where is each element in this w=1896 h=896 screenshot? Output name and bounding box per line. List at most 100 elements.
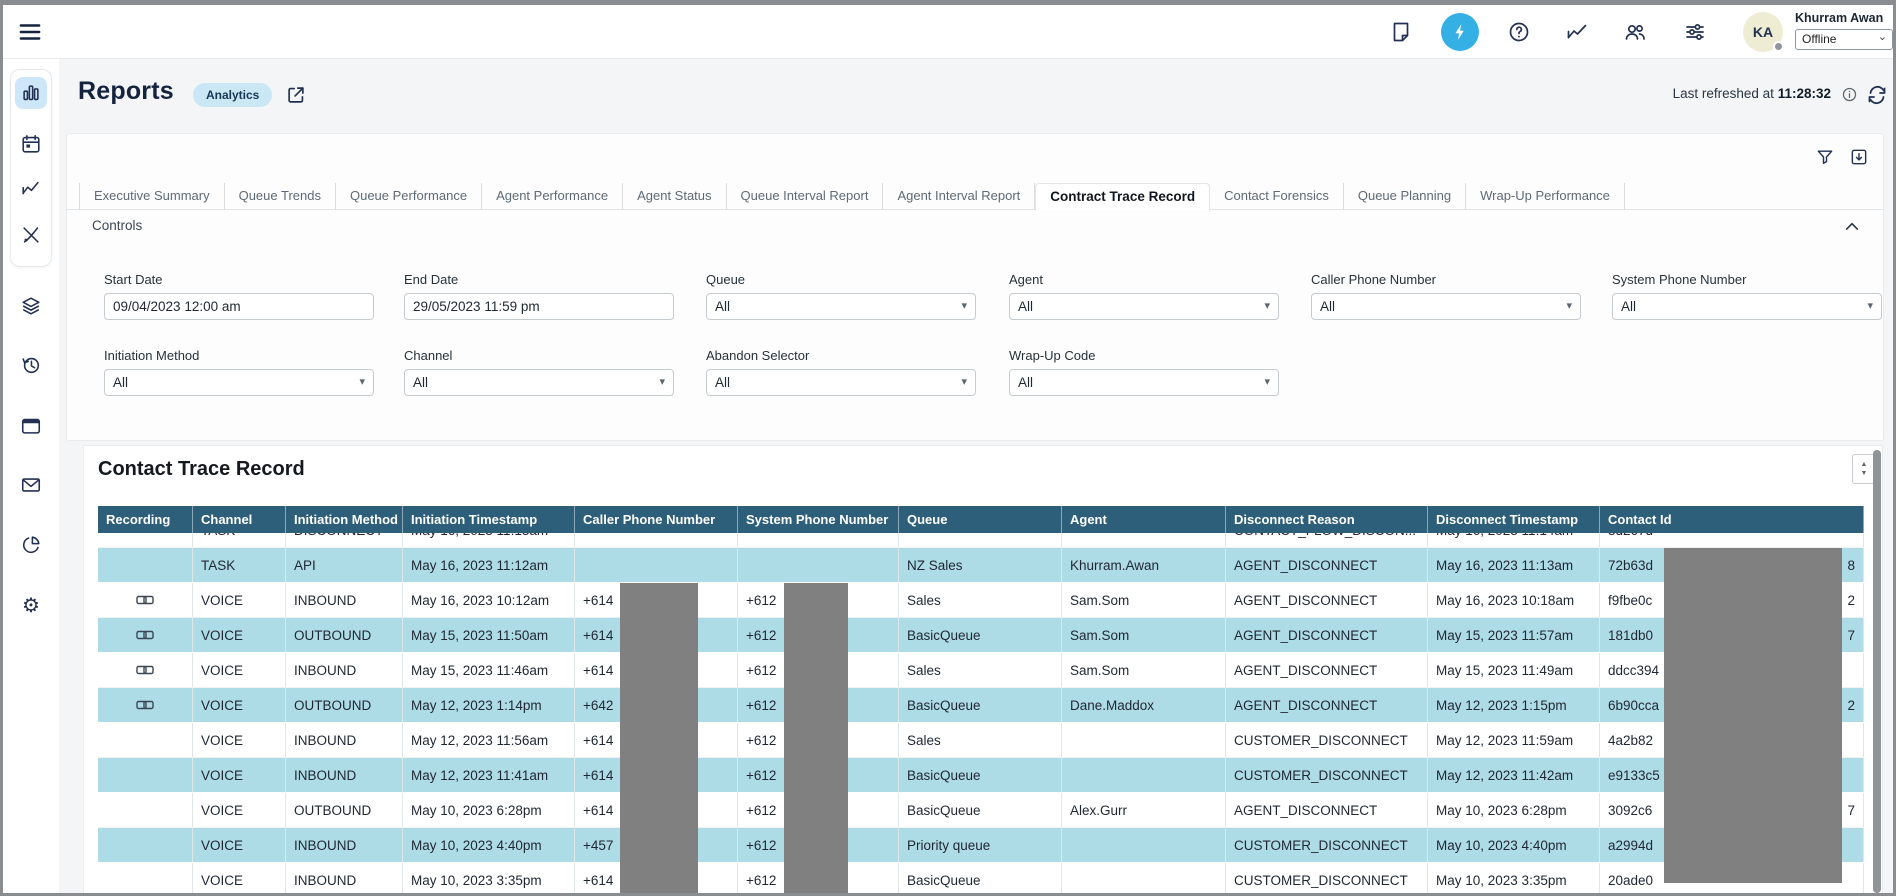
column-header-channel[interactable]: Channel bbox=[193, 506, 286, 533]
filter-value: All bbox=[1018, 299, 1033, 314]
tab-agent-performance[interactable]: Agent Performance bbox=[482, 183, 623, 210]
cell-text: BasicQueue bbox=[907, 768, 981, 783]
cell-text: INBOUND bbox=[294, 593, 356, 608]
filter-channel: ChannelAll bbox=[404, 348, 674, 396]
cell-text: +612 bbox=[746, 838, 776, 853]
cell-text: CUSTOMER_DISCONNECT bbox=[1234, 873, 1408, 888]
quick-actions-bolt-icon[interactable] bbox=[1441, 13, 1479, 51]
cell-text: Sales bbox=[907, 733, 941, 748]
dropdown-abandon-selector[interactable]: All bbox=[706, 369, 976, 396]
cell-text: May 12, 2023 1:14pm bbox=[411, 698, 542, 713]
tab-agent-status[interactable]: Agent Status bbox=[623, 183, 726, 210]
external-link-icon[interactable] bbox=[285, 84, 307, 106]
recording-link-icon[interactable] bbox=[136, 663, 154, 677]
recording-cell bbox=[98, 618, 193, 652]
column-header-system-phone-number[interactable]: System Phone Number bbox=[738, 506, 899, 533]
column-header-caller-phone-number[interactable]: Caller Phone Number bbox=[575, 506, 738, 533]
metrics-icon[interactable] bbox=[1565, 20, 1589, 44]
tab-contract-trace-record[interactable]: Contract Trace Record bbox=[1035, 183, 1210, 211]
dropdown-system-phone-number[interactable]: All bbox=[1612, 293, 1882, 320]
filter-funnel-icon[interactable] bbox=[1815, 147, 1835, 167]
tab-queue-planning[interactable]: Queue Planning bbox=[1344, 183, 1466, 210]
status-select[interactable]: Offline bbox=[1795, 29, 1893, 50]
tab-queue-performance[interactable]: Queue Performance bbox=[336, 183, 482, 210]
notes-icon[interactable] bbox=[1389, 20, 1413, 44]
tab-queue-interval-report[interactable]: Queue Interval Report bbox=[727, 183, 884, 210]
cell-text: Alex.Gurr bbox=[1070, 803, 1127, 818]
info-icon[interactable] bbox=[1841, 86, 1858, 103]
chevron-up-icon[interactable] bbox=[1843, 218, 1861, 236]
column-header-disconnect-timestamp[interactable]: Disconnect Timestamp bbox=[1428, 506, 1600, 533]
column-header-recording[interactable]: Recording bbox=[98, 506, 193, 533]
download-icon[interactable] bbox=[1849, 147, 1869, 167]
column-header-agent[interactable]: Agent bbox=[1062, 506, 1226, 533]
dropdown-initiation-method[interactable]: All bbox=[104, 369, 374, 396]
cell-disconnect-timestamp: May 16, 2023 11:13am bbox=[1428, 548, 1600, 582]
tab-agent-interval-report[interactable]: Agent Interval Report bbox=[883, 183, 1035, 210]
contact-id-tail bbox=[1855, 828, 1857, 862]
recording-link-icon[interactable] bbox=[136, 698, 154, 712]
cell-disconnect-timestamp: May 16, 2023 11:14am bbox=[1428, 533, 1600, 547]
refresh-icon[interactable] bbox=[1865, 83, 1889, 107]
sidebar-item-messages mail-icon[interactable] bbox=[15, 469, 47, 501]
tab-executive-summary[interactable]: Executive Summary bbox=[79, 183, 225, 210]
sidebar-item-design design-tools-icon[interactable] bbox=[15, 219, 47, 251]
sidebar-item-flows layers-icon[interactable] bbox=[15, 290, 47, 322]
dropdown-queue[interactable]: All bbox=[706, 293, 976, 320]
cell-text: May 12, 2023 11:59am bbox=[1436, 733, 1573, 748]
column-header-disconnect-reason[interactable]: Disconnect Reason bbox=[1226, 506, 1428, 533]
sidebar-item-workspaces browser-window-icon[interactable] bbox=[15, 410, 47, 442]
cell-text: +614 bbox=[583, 768, 613, 783]
tab-queue-trends[interactable]: Queue Trends bbox=[225, 183, 336, 210]
filter-value: 09/04/2023 12:00 am bbox=[113, 299, 241, 314]
cell-text: May 10, 2023 4:40pm bbox=[411, 838, 542, 853]
sidebar-item-history history-icon[interactable] bbox=[15, 349, 47, 381]
column-header-initiation-method[interactable]: Initiation Method bbox=[286, 506, 403, 533]
dropdown-channel[interactable]: All bbox=[404, 369, 674, 396]
filter-label: Initiation Method bbox=[104, 348, 374, 363]
recording-link-icon[interactable] bbox=[136, 593, 154, 607]
cell-disconnect-timestamp: May 10, 2023 6:28pm bbox=[1428, 793, 1600, 827]
cell-channel: VOICE bbox=[193, 793, 286, 827]
cell-text: VOICE bbox=[201, 873, 243, 888]
recording-link-icon[interactable] bbox=[136, 628, 154, 642]
dropdown-caller-phone-number[interactable]: All bbox=[1311, 293, 1581, 320]
contact-id-text: e9133c5 bbox=[1608, 758, 1660, 792]
hamburger-menu-icon[interactable] bbox=[17, 19, 43, 45]
filter-value: All bbox=[715, 299, 730, 314]
tab-contact-forensics[interactable]: Contact Forensics bbox=[1210, 183, 1344, 210]
sidebar-item-schedule calendar-icon[interactable] bbox=[15, 128, 47, 160]
cell-text: TASK bbox=[201, 533, 235, 538]
sidebar-item-reports bar-chart-icon[interactable] bbox=[15, 77, 47, 109]
table-vertical-scrollbar[interactable] bbox=[1873, 450, 1881, 893]
cell-text: OUTBOUND bbox=[294, 628, 371, 643]
settings-sliders-icon[interactable] bbox=[1683, 20, 1707, 44]
report-controls-panel: Executive SummaryQueue TrendsQueue Perfo… bbox=[66, 133, 1884, 441]
column-header-queue[interactable]: Queue bbox=[899, 506, 1062, 533]
cell-text: NZ Sales bbox=[907, 558, 963, 573]
table-header-row: RecordingChannelInitiation MethodInitiat… bbox=[98, 506, 1864, 533]
sidebar-item-analytics pie-chart-icon[interactable] bbox=[15, 529, 47, 561]
dropdown-wrap-up-code[interactable]: All bbox=[1009, 369, 1279, 396]
filter-caller-phone-number: Caller Phone NumberAll bbox=[1311, 272, 1581, 320]
sidebar-item-trends line-chart-icon[interactable] bbox=[15, 173, 47, 205]
cell-text: May 15, 2023 11:57am bbox=[1436, 628, 1573, 643]
help-icon[interactable] bbox=[1507, 20, 1531, 44]
cell-disconnect-reason: AGENT_DISCONNECT bbox=[1226, 688, 1428, 722]
sidebar-item-settings gear-icon[interactable]: ⚙ bbox=[15, 590, 47, 622]
cell-queue: Sales bbox=[899, 583, 1062, 617]
spinner-up-icon[interactable]: ▲ bbox=[1861, 461, 1868, 468]
filter-label: System Phone Number bbox=[1612, 272, 1882, 287]
input-end-date[interactable]: 29/05/2023 11:59 pm bbox=[404, 293, 674, 320]
dropdown-agent[interactable]: All bbox=[1009, 293, 1279, 320]
cell-disconnect-reason: CUSTOMER_DISCONNECT bbox=[1226, 828, 1428, 862]
column-header-initiation-timestamp[interactable]: Initiation Timestamp bbox=[403, 506, 575, 533]
column-header-contact-id[interactable]: Contact Id bbox=[1600, 506, 1864, 533]
spinner-down-icon[interactable]: ▼ bbox=[1861, 470, 1868, 477]
tab-wrap-up-performance[interactable]: Wrap-Up Performance bbox=[1466, 183, 1625, 210]
cell-channel: VOICE bbox=[193, 828, 286, 862]
team-icon[interactable] bbox=[1623, 20, 1647, 44]
cell-initiation-timestamp: May 16, 2023 10:12am bbox=[403, 583, 575, 617]
cell-text: AGENT_DISCONNECT bbox=[1234, 558, 1377, 573]
input-start-date[interactable]: 09/04/2023 12:00 am bbox=[104, 293, 374, 320]
